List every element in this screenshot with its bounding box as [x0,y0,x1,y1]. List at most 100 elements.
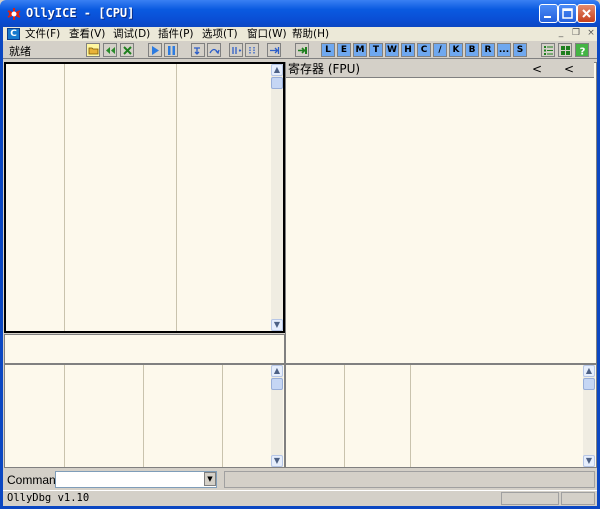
menu-plugins[interactable]: 插件(P) [158,27,194,41]
window-border-left [0,41,3,509]
menu-debug[interactable]: 调试(D) [113,27,150,41]
minimize-icon [544,16,551,18]
mdi-minimize-button[interactable]: _ [556,29,566,39]
appearance-button[interactable] [558,43,572,57]
info-pane[interactable] [4,334,285,364]
trace-into-icon [232,47,242,54]
breakpoints-window-button[interactable]: B [465,43,479,57]
restart-button[interactable] [103,43,117,57]
help-icon: ? [580,47,586,57]
stack-pane[interactable]: ▲ ▼ [285,364,597,468]
call-stack-window-button[interactable]: K [449,43,463,57]
registers-pane[interactable] [285,62,597,364]
handles-window-button[interactable]: H [401,43,415,57]
go-to-button[interactable] [295,43,309,57]
registers-header[interactable]: 寄存器 (FPU) < < [286,62,594,78]
scroll-up-arrow[interactable]: ▲ [271,365,283,377]
scroll-down-arrow[interactable]: ▼ [583,455,595,467]
column-divider[interactable] [143,365,144,467]
dump-scrollbar[interactable]: ▲ ▼ [271,365,283,467]
minimize-button[interactable] [539,4,558,23]
command-dropdown-button[interactable]: ▼ [204,472,216,486]
execute-till-return-button[interactable] [267,43,281,57]
grid-icon [561,46,570,55]
mdi-close-button[interactable]: × [586,29,596,39]
windows-window-button[interactable]: W [385,43,399,57]
options-list-button[interactable] [541,43,555,57]
menu-help[interactable]: 帮助(H) [292,27,329,41]
scroll-thumb[interactable] [583,378,595,390]
return-icon [270,47,280,54]
column-divider[interactable] [176,64,177,331]
source-window-button[interactable]: S [513,43,527,57]
maximize-icon [562,8,573,19]
threads-window-button[interactable]: T [369,43,383,57]
svg-text:?: ? [580,47,586,57]
open-folder-icon [88,47,99,55]
column-divider[interactable] [64,64,65,331]
scroll-up-arrow[interactable]: ▲ [271,64,283,76]
command-input[interactable] [55,471,217,488]
title-bar[interactable]: OllyICE - [CPU] [0,0,600,27]
trace-over-button[interactable] [245,43,259,57]
column-divider[interactable] [344,365,345,467]
modules-window-button[interactable]: E [337,43,351,57]
open-button[interactable] [86,43,100,57]
scroll-up-arrow[interactable]: ▲ [583,365,595,377]
list-icon [544,46,553,55]
cpu-window-button[interactable]: C [417,43,431,57]
status-bar: OllyDbg v1.10 [3,490,597,506]
close-debuggee-button[interactable] [120,43,134,57]
cpu-window-icon[interactable]: C [7,28,20,40]
command-result-field [224,471,595,488]
log-window-button[interactable]: L [321,43,335,57]
menu-window[interactable]: 窗口(W) [247,27,287,41]
run-trace-window-button[interactable]: ... [497,43,511,57]
trace-into-button[interactable] [229,43,243,57]
status-label: 就绪 [9,45,31,58]
step-into-button[interactable] [191,43,205,57]
window-title: OllyICE - [CPU] [26,6,135,20]
close-button[interactable] [577,4,596,23]
command-bar: Command ▼ [3,470,597,490]
run-button[interactable] [148,43,162,57]
step-into-icon [194,47,200,55]
rewind-icon [106,47,115,54]
close-x-icon [123,46,132,55]
registers-title: 寄存器 (FPU) [288,62,361,76]
status-cell [501,492,559,505]
stack-scrollbar[interactable]: ▲ ▼ [583,365,595,467]
scroll-down-arrow[interactable]: ▼ [271,319,283,331]
mdi-restore-button[interactable]: ❐ [571,29,581,39]
disassembly-scrollbar[interactable]: ▲ ▼ [271,64,283,331]
pause-button[interactable] [164,43,178,57]
status-text: OllyDbg v1.10 [7,492,90,504]
column-divider[interactable] [64,365,65,467]
memory-window-button[interactable]: M [353,43,367,57]
column-divider[interactable] [222,365,223,467]
menu-options[interactable]: 选项(T) [202,27,238,41]
registers-next-button[interactable]: < [564,62,574,77]
dump-pane[interactable]: ▲ ▼ [4,364,285,468]
references-window-button[interactable]: R [481,43,495,57]
close-icon [582,9,591,18]
scroll-thumb[interactable] [271,378,283,390]
patches-window-button[interactable]: / [433,43,447,57]
registers-prev-button[interactable]: < [532,62,542,77]
play-icon [152,46,159,55]
go-to-icon [298,47,307,54]
step-over-icon [209,48,220,55]
scroll-down-arrow[interactable]: ▼ [271,455,283,467]
step-over-button[interactable] [207,43,221,57]
status-cell [561,492,595,505]
pause-icon [168,46,175,55]
maximize-button[interactable] [558,4,577,23]
scroll-thumb[interactable] [271,77,283,89]
bug-icon [7,8,21,20]
trace-over-icon [249,47,255,54]
disassembly-pane[interactable]: ▲ ▼ [4,62,285,333]
menu-file[interactable]: 文件(F) [25,27,60,41]
column-divider[interactable] [410,365,411,467]
help-button[interactable]: ? [575,43,589,57]
menu-view[interactable]: 查看(V) [69,27,105,41]
